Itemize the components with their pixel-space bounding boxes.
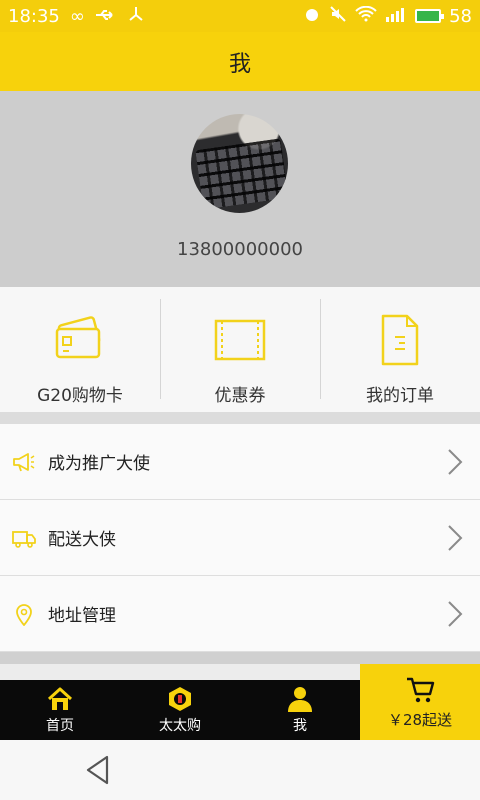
chevron-right-icon	[448, 524, 463, 551]
list-item-address[interactable]: 地址管理	[0, 576, 480, 652]
home-icon	[47, 687, 73, 710]
quick-menu: G20购物卡 优惠券 我的订单	[0, 287, 480, 412]
quick-item-shopping-card[interactable]: G20购物卡	[0, 287, 160, 412]
list-item-label: 配送大侠	[48, 530, 116, 550]
page-title: 我	[228, 51, 251, 77]
cart-label: ￥28起送	[387, 710, 453, 729]
bottom-tab-bar: 首页 太太购 我	[0, 680, 360, 740]
tab-label: 太太购	[159, 718, 201, 734]
tab-taitaigou[interactable]: 太太购	[120, 680, 240, 740]
phone-number: 13800000000	[177, 239, 303, 260]
back-icon[interactable]	[85, 754, 111, 786]
tab-label: 我	[293, 718, 307, 734]
truck-icon	[12, 530, 36, 548]
chevron-right-icon	[448, 448, 463, 475]
profile-header: 13800000000	[0, 91, 480, 287]
title-bar: 我	[0, 32, 480, 91]
tab-label: 首页	[46, 718, 74, 734]
order-icon	[381, 314, 419, 366]
avatar-photo	[195, 138, 288, 210]
avatar[interactable]	[191, 114, 288, 213]
user-icon	[288, 687, 312, 712]
battery-icon	[415, 9, 445, 23]
location-pin-icon	[16, 603, 32, 626]
shop-badge-icon	[169, 687, 191, 711]
coupon-icon	[214, 319, 266, 361]
settings-list: 成为推广大使 配送大侠 地址管理	[0, 424, 480, 652]
usb-icon	[95, 6, 117, 27]
quick-item-label: 我的订单	[366, 386, 434, 406]
list-item-label: 地址管理	[48, 606, 116, 626]
list-item-delivery[interactable]: 配送大侠	[0, 500, 480, 576]
section-divider	[0, 412, 480, 424]
share-icon	[127, 5, 145, 28]
battery-level: 58	[449, 5, 472, 27]
list-item-label: 成为推广大使	[48, 454, 150, 474]
quick-item-label: 优惠券	[214, 386, 266, 406]
card-icon	[55, 316, 101, 359]
chevron-right-icon	[448, 600, 463, 627]
quick-item-label: G20购物卡	[37, 386, 123, 406]
alarm-icon	[303, 5, 321, 28]
mute-icon	[329, 5, 347, 28]
system-nav-bar	[0, 740, 480, 800]
list-item-promoter[interactable]: 成为推广大使	[0, 424, 480, 500]
infinity-icon: ∞	[69, 5, 85, 27]
signal-icon	[385, 6, 407, 27]
status-time: 18:35	[8, 5, 60, 27]
tab-home[interactable]: 首页	[0, 680, 120, 740]
cart-button[interactable]: ￥28起送	[360, 664, 480, 740]
status-bar: 18:35 ∞ 58	[0, 0, 480, 32]
megaphone-icon	[13, 452, 35, 471]
tab-me[interactable]: 我	[240, 680, 360, 740]
cart-icon	[407, 677, 435, 702]
quick-item-orders[interactable]: 我的订单	[320, 287, 480, 412]
section-divider	[0, 652, 480, 664]
quick-item-coupon[interactable]: 优惠券	[160, 287, 320, 412]
wifi-icon	[355, 5, 377, 27]
